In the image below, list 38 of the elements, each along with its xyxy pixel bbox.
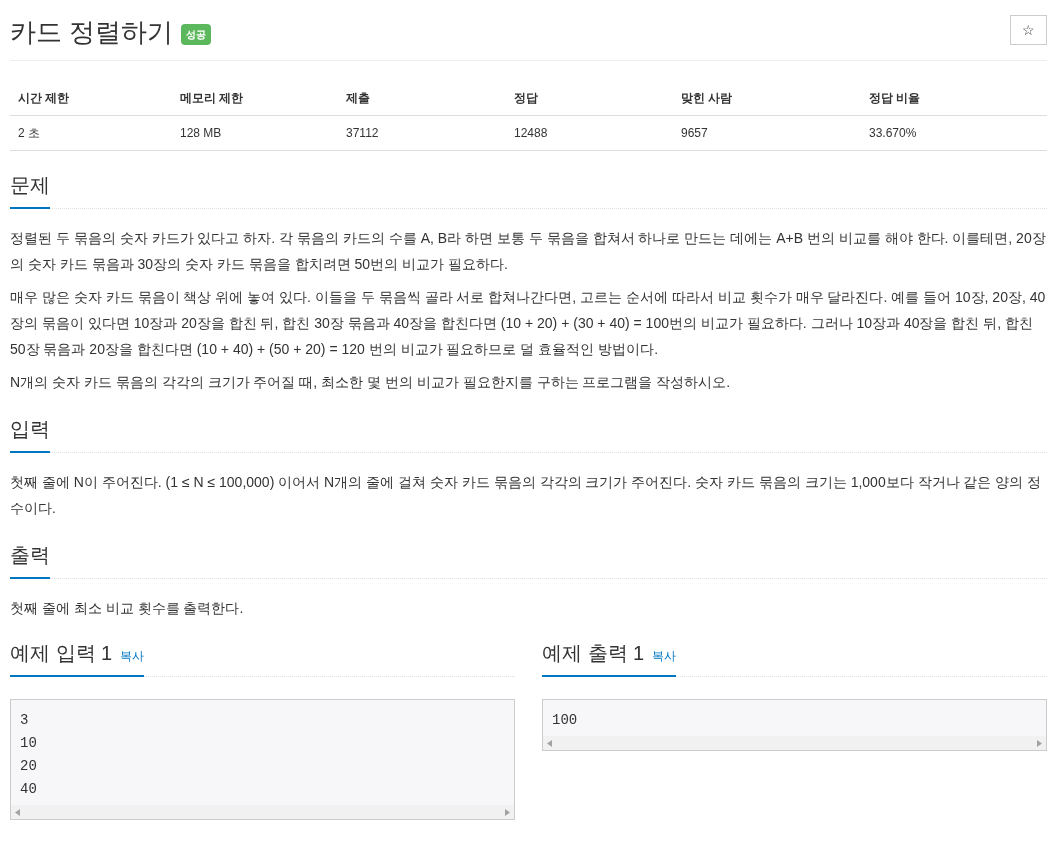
paragraph: 정렬된 두 묶음의 숫자 카드가 있다고 하자. 각 묶음의 카드의 수를 A, B라 하면 보통 두 묶음을 합쳐서 하나로 만드는 데에는 A+B 번의 비교를 해야 한다. 이를테면, 20장의 숫자 카드 묶음과 30장의 숫자 카드 묶음을 합치려면 50번의 비교가 필요하다.: [10, 229, 1047, 274]
code-line: 40: [20, 780, 38, 799]
section-heading: 예제 입력 1: [10, 641, 113, 666]
horizontal-scrollbar[interactable]: [543, 736, 1046, 750]
section-heading: 출력: [10, 543, 50, 568]
copy-link[interactable]: 복사: [652, 647, 677, 665]
table-header: 메모리 제한: [172, 81, 338, 116]
table-header: 시간 제한: [10, 81, 172, 116]
table-cell: 12488: [506, 116, 673, 151]
status-badge: 성공: [181, 23, 212, 45]
section-heading: 문제: [10, 173, 50, 198]
code-line: 10: [20, 734, 38, 753]
table-cell: 128 MB: [172, 116, 338, 151]
table-cell: 33.670%: [861, 116, 1047, 151]
horizontal-scrollbar[interactable]: [11, 805, 514, 819]
paragraph: N개의 숫자 카드 묶음의 각각의 크기가 주어질 때, 최소한 몇 번의 비교가 필요한지를 구하는 프로그램을 작성하시오.: [10, 373, 732, 392]
scroll-right-icon[interactable]: [1037, 739, 1042, 747]
code-line: 20: [20, 757, 38, 776]
problem-title: 카드 정렬하기: [10, 16, 174, 49]
scroll-left-icon[interactable]: [547, 739, 552, 747]
paragraph: 첫째 줄에 N이 주어진다. (1 ≤ N ≤ 100,000) 이어서 N개의 줄에 걸쳐 숫자 카드 묶음의 각각의 크기가 주어진다. 숫자 카드 묶음의 크기는 1,000보다 작거나 같은 양의 정수이다.: [10, 473, 1043, 518]
table-header: 맞힌 사람: [673, 81, 861, 116]
paragraph: 첫째 줄에 최소 비교 횟수를 출력한다.: [10, 599, 245, 618]
table-header: 정답 비율: [861, 81, 1047, 116]
code-line: 100: [552, 711, 579, 730]
table-header: 정답: [506, 81, 673, 116]
code-line: 3: [20, 711, 30, 730]
table-cell: 2 초: [10, 116, 172, 151]
table-header: 제출: [338, 81, 506, 116]
copy-link[interactable]: 복사: [120, 647, 145, 665]
table-cell: 37112: [338, 116, 506, 151]
table-cell: 9657: [673, 116, 861, 151]
star-button[interactable]: ☆: [1010, 15, 1047, 45]
section-heading: 예제 출력 1: [542, 641, 645, 666]
scroll-left-icon[interactable]: [15, 808, 20, 816]
paragraph: 매우 많은 숫자 카드 묶음이 책상 위에 놓여 있다. 이들을 두 묶음씩 골라 서로 합쳐나간다면, 고르는 순서에 따라서 비교 횟수가 매우 달라진다. 예를 들어 10장, 20장, 40장의 묶음이 있다면 10장과 20장을 합친 뒤, 합친 30장 묶음과 40장을 합친다면 (10 + 20) + (30 + 40) = 100번의 비교가 필요하다. 그러나 10장과 40장을 합친 뒤, 합친 50장 묶음과 20장을 합친다면 (10 + 40) + (50 + 20) = 120 번의 비교가 필요하므로 덜 효율적인 방법이다.: [10, 288, 1047, 359]
section-heading: 입력: [10, 417, 50, 442]
scroll-right-icon[interactable]: [505, 808, 510, 816]
